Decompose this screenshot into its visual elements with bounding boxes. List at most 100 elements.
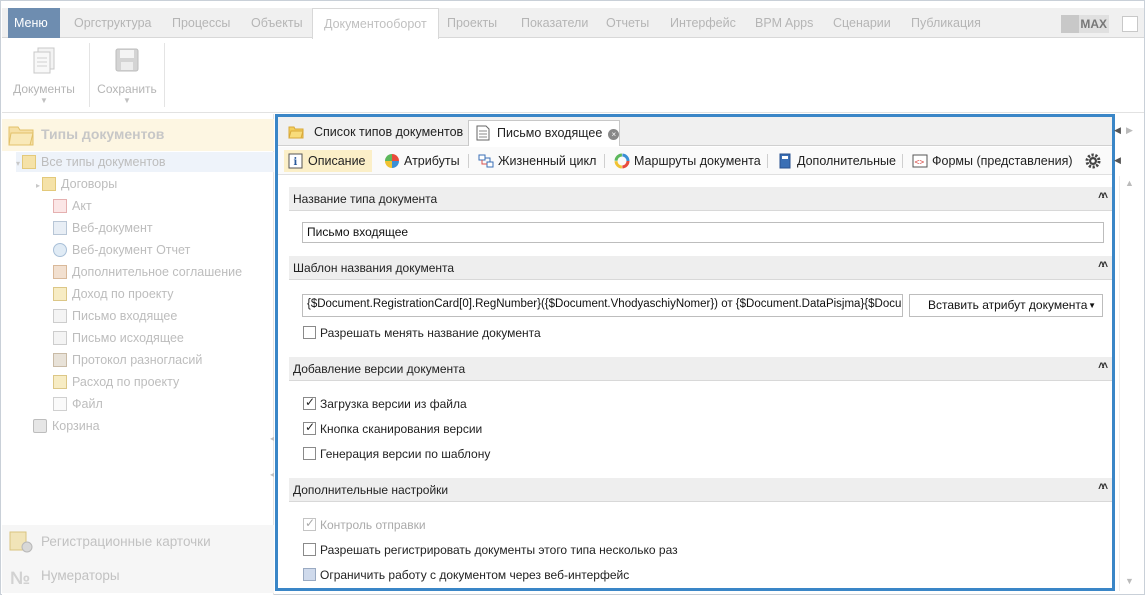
tab-scenarios[interactable]: Сценарии [833, 8, 891, 38]
app-window: Меню Оргструктура Процессы Объекты Докум… [0, 0, 1145, 595]
subtab-additional[interactable]: Дополнительные [773, 150, 896, 172]
checkbox-label: Разрешать регистрировать документы этого… [320, 543, 678, 557]
tree-item-label: Расход по проекту [72, 375, 180, 389]
version-from-file-checkbox[interactable] [303, 395, 316, 410]
insert-attribute-dropdown[interactable]: Вставить атрибут документа ▼ [909, 294, 1103, 317]
tree-collapse-icon[interactable]: ▾ [16, 159, 20, 168]
allow-rename-checkbox[interactable] [303, 326, 316, 339]
subtab-label: Формы (представления) [932, 154, 1073, 168]
scan-button-row[interactable]: Кнопка сканирования версии [303, 420, 482, 438]
generate-by-template-row[interactable]: Генерация версии по шаблону [303, 447, 490, 463]
splitter-handle[interactable]: ◂ ◂ [270, 434, 274, 494]
restrict-web-checkbox[interactable] [303, 568, 316, 581]
section-title: Добавление версии документа [293, 362, 466, 376]
tree-item-disagreement[interactable]: Протокол разногласий [53, 350, 202, 370]
allow-multi-register-checkbox[interactable] [303, 543, 316, 556]
menu-button[interactable]: Меню [8, 8, 60, 38]
ribbon-divider [89, 43, 90, 107]
folder-open-icon [288, 126, 304, 139]
tab-label: Список типов документов [314, 125, 464, 139]
tree-item-file[interactable]: Файл [53, 394, 103, 414]
sidebar-section-reg-cards[interactable]: Регистрационные карточки [2, 525, 274, 559]
tree-item-income[interactable]: Доход по проекту [53, 284, 174, 304]
tab-label: Письмо входящее [497, 126, 603, 140]
subtabs-scroll-left-icon[interactable]: ◀ [1114, 155, 1121, 166]
tab-docflow[interactable]: Документооборот [312, 8, 439, 39]
lifecycle-icon [478, 154, 494, 168]
tab-reports[interactable]: Отчеты [606, 8, 649, 38]
tab-org[interactable]: Оргструктура [74, 8, 151, 38]
collapse-chevron-icon[interactable]: ˄˄ [1098, 481, 1108, 493]
documents-button[interactable]: Документы ▼ [9, 45, 79, 109]
send-control-checkbox [303, 516, 316, 531]
save-icon [115, 48, 139, 72]
vertical-scrollbar[interactable]: ▲ ▼ [1119, 176, 1137, 591]
svg-text:i: i [294, 157, 298, 168]
documents-caret-icon: ▼ [40, 96, 48, 105]
tab-publication[interactable]: Публикация [911, 8, 981, 38]
tab-indicators[interactable]: Показатели [521, 8, 588, 38]
tree-item-outgoing-letter[interactable]: Письмо исходящее [53, 328, 184, 348]
sidebar-section-numerators[interactable]: № Нумераторы [2, 559, 274, 593]
tree-item-trash[interactable]: Корзина [33, 416, 100, 436]
tab-incoming-letter[interactable]: Письмо входящее × [468, 120, 620, 146]
document-type-name-input[interactable]: Письмо входящее [302, 222, 1104, 243]
collapse-chevron-icon[interactable]: ˄˄ [1098, 259, 1108, 271]
allow-multi-register-row[interactable]: Разрешать регистрировать документы этого… [303, 543, 678, 559]
sidebar-section-label: Нумераторы [41, 568, 120, 583]
expense-icon [53, 375, 67, 389]
tabs-scroll-left-icon[interactable]: ◀ [1114, 125, 1121, 136]
collapse-chevron-icon[interactable]: ˄˄ [1098, 360, 1108, 372]
subtab-lifecycle[interactable]: Жизненный цикл [474, 150, 596, 172]
tree-item-incoming-letter[interactable]: Письмо входящее [53, 306, 177, 326]
svg-text:№: № [10, 568, 30, 588]
tree-item-label: Все типы документов [41, 155, 166, 169]
name-template-input[interactable]: {$Document.RegistrationCard[0].RegNumber… [302, 294, 903, 317]
save-label: Сохранить [97, 82, 157, 96]
tree-item-label: Веб-документ Отчет [72, 243, 191, 257]
version-from-file-row[interactable]: Загрузка версии из файла [303, 395, 467, 413]
save-button[interactable]: Сохранить ▼ [92, 45, 162, 109]
tree-item-web-doc[interactable]: Веб-документ [53, 218, 153, 238]
tree-item-act[interactable]: Акт [53, 196, 92, 216]
tab-objects[interactable]: Объекты [251, 8, 303, 38]
addendum-icon [53, 265, 67, 279]
tree-expand-icon[interactable]: ▸ [36, 181, 40, 190]
section-name-type[interactable]: Название типа документа ˄˄ [289, 187, 1112, 211]
document-icon [53, 309, 67, 323]
save-caret-icon: ▼ [123, 96, 131, 105]
restrict-web-row[interactable]: Ограничить работу с документом через веб… [303, 568, 629, 584]
tree-item-contracts[interactable]: ▸ Договоры [36, 174, 117, 194]
sidebar-header[interactable]: Типы документов [2, 119, 274, 151]
tree-item-web-report[interactable]: Веб-документ Отчет [53, 240, 190, 260]
subtab-routes[interactable]: Маршруты документа [610, 150, 761, 172]
subtab-attributes[interactable]: Атрибуты [380, 150, 460, 172]
scroll-down-icon[interactable]: ▼ [1125, 576, 1134, 586]
ribbon: Документы ▼ Сохранить ▼ [2, 39, 1144, 113]
tab-document-types-list[interactable]: Список типов документов [282, 120, 466, 145]
section-extra-settings[interactable]: Дополнительные настройки ˄˄ [289, 478, 1112, 502]
tab-processes[interactable]: Процессы [172, 8, 230, 38]
scroll-up-icon[interactable]: ▲ [1125, 178, 1134, 188]
tab-interface[interactable]: Интерфейс [670, 8, 736, 38]
section-name-template[interactable]: Шаблон названия документа ˄˄ [289, 256, 1112, 280]
tab-bpm-apps[interactable]: BPM Apps [755, 8, 813, 38]
section-add-version[interactable]: Добавление версии документа ˄˄ [289, 357, 1112, 381]
info-icon: i [288, 153, 303, 169]
subtab-forms[interactable]: <> Формы (представления) [908, 150, 1073, 172]
tabs-scroll-right-icon[interactable]: ▶ [1126, 125, 1133, 136]
collapse-chevron-icon[interactable]: ˄˄ [1098, 190, 1108, 202]
window-restore-button[interactable] [1122, 16, 1138, 32]
tree-item-all[interactable]: ▾ Все типы документов [16, 152, 274, 172]
tree-item-label: Файл [72, 397, 103, 411]
subtab-description[interactable]: i Описание [284, 150, 372, 172]
tab-projects[interactable]: Проекты [447, 8, 497, 38]
tree-item-label: Корзина [52, 419, 100, 433]
allow-rename-row[interactable]: Разрешать менять название документа [303, 326, 541, 342]
tree-item-addendum[interactable]: Дополнительное соглашение [53, 262, 242, 282]
tree-item-expense[interactable]: Расход по проекту [53, 372, 179, 392]
close-tab-icon[interactable]: × [608, 129, 620, 140]
generate-by-template-checkbox[interactable] [303, 447, 316, 460]
scan-button-checkbox[interactable] [303, 420, 316, 435]
settings-gear-icon[interactable] [1084, 152, 1102, 170]
